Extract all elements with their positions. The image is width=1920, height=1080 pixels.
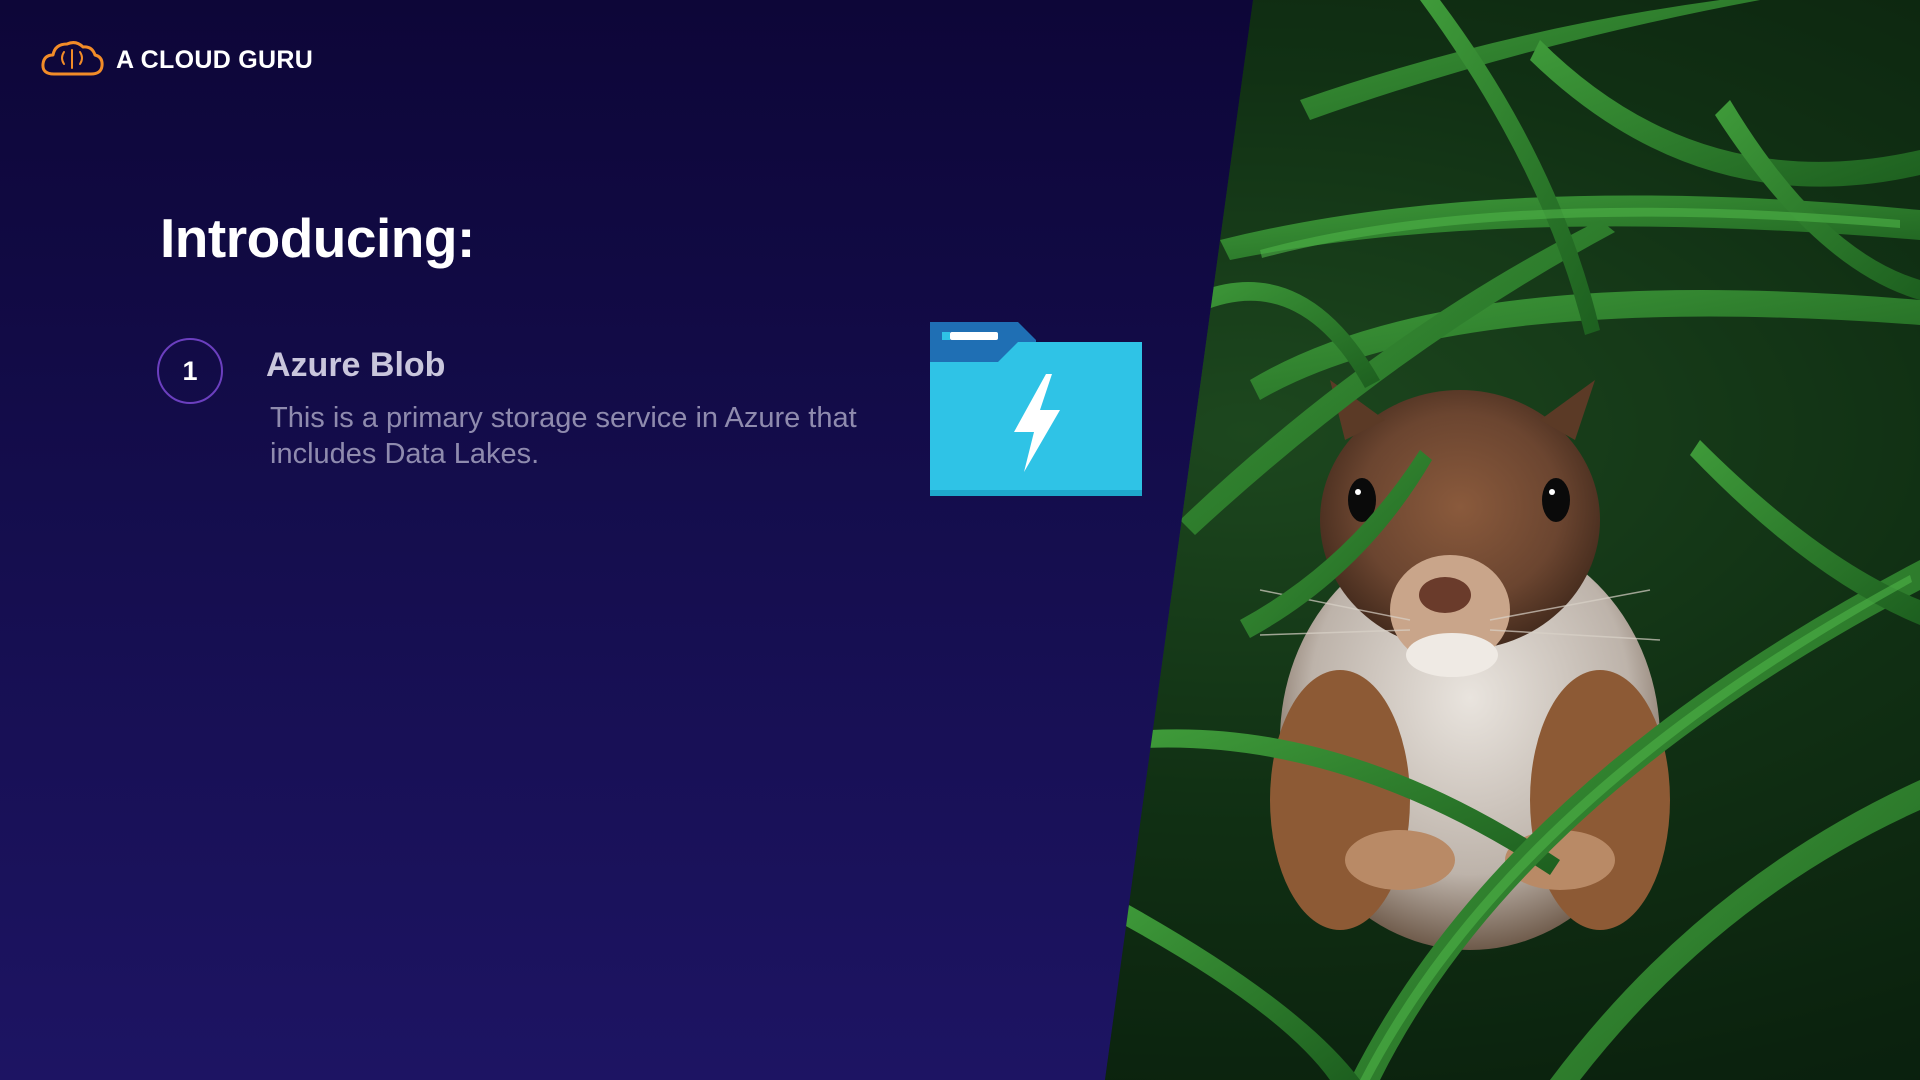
cloud-brain-icon [40,38,104,83]
storage-folder-lightning-icon [928,322,1144,503]
squirrel-illustration [1105,0,1920,1080]
item-number-badge: 1 [157,338,223,404]
squirrel-photo [1105,0,1920,1080]
slide: A CLOUD GURU Introducing: 1 Azure Blob T… [0,0,1920,1080]
item-title: Azure Blob [266,346,446,384]
item-description: This is a primary storage service in Azu… [270,402,857,470]
brand-name: A CLOUD GURU [116,46,314,74]
brand-logo: A CLOUD GURU [40,38,313,83]
slide-title: Introducing: [160,207,475,269]
